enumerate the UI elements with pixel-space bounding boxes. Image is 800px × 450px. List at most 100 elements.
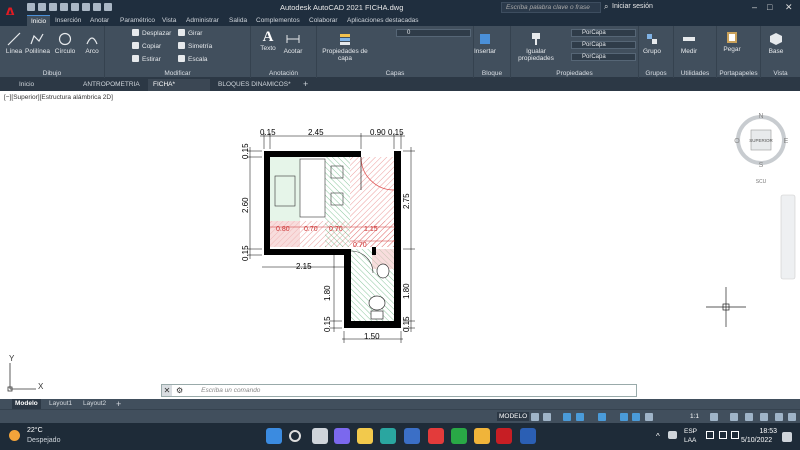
tab-inicio[interactable]: Inicio [27, 15, 51, 26]
compass-n[interactable]: N [758, 113, 763, 120]
print-icon[interactable] [82, 3, 90, 11]
app-red-icon[interactable] [428, 428, 444, 444]
panel-title-modificar[interactable]: Modificar [105, 70, 250, 77]
customize-icon[interactable] [788, 413, 796, 421]
navigation-bar[interactable] [780, 194, 796, 280]
redo-icon[interactable] [104, 3, 112, 11]
taskbar-search-icon[interactable] [289, 430, 301, 442]
tab-layout2[interactable]: Layout2 [80, 399, 109, 409]
viewcube[interactable]: SUPERIOR N S E O SCU [734, 113, 788, 185]
signin-link[interactable]: Iniciar sesión [612, 3, 653, 10]
snap-icon[interactable] [543, 413, 551, 421]
model-space-button[interactable]: MODELO [497, 412, 530, 421]
drawing-canvas[interactable]: [−][Superior][Estructura alámbrica 2D] 0… [0, 91, 800, 399]
add-icon[interactable] [730, 413, 738, 421]
search-input[interactable]: Escriba palabra clave o frase [501, 2, 601, 13]
add-layout-icon[interactable]: + [113, 399, 124, 409]
close-icon[interactable]: ✕ [785, 2, 793, 13]
text-tool[interactable]: A Texto [257, 29, 279, 52]
otrack-icon[interactable] [620, 413, 628, 421]
lineweight-dropdown[interactable]: PorCapa [571, 53, 636, 61]
tab-vista[interactable]: Vista [158, 15, 180, 26]
explorer-icon[interactable] [357, 428, 373, 444]
web-icon[interactable] [71, 3, 79, 11]
close-icon[interactable]: ✕ [162, 385, 172, 396]
move-tool[interactable]: Desplazar [132, 29, 171, 37]
tray-chevron-icon[interactable]: ^ [656, 432, 660, 441]
task-view-icon[interactable] [312, 428, 328, 444]
save-as-icon[interactable] [60, 3, 68, 11]
minimize-icon[interactable]: – [752, 2, 757, 12]
ortho-icon[interactable] [563, 413, 571, 421]
polyline-tool[interactable]: Polilínea [25, 32, 50, 55]
panel-title-anotacion[interactable]: Anotación [251, 70, 316, 77]
battery-icon[interactable] [731, 431, 739, 439]
keyboard-layout[interactable]: LAA [684, 437, 696, 444]
weather-icon[interactable] [9, 430, 20, 441]
lineweight-icon[interactable] [632, 413, 640, 421]
base-tool[interactable]: Base [765, 32, 787, 55]
tab-salida[interactable]: Salida [225, 15, 251, 26]
volume-icon[interactable] [719, 431, 727, 439]
transparency-icon[interactable] [645, 413, 653, 421]
date[interactable]: 5/10/2022 [741, 437, 772, 444]
tab-aplicaciones[interactable]: Aplicaciones destacadas [343, 15, 423, 26]
polar-icon[interactable] [576, 413, 584, 421]
command-input[interactable]: Escriba un comando [201, 387, 260, 394]
panel-title-portapapeles[interactable]: Portapapeles [717, 70, 760, 77]
panel-title-propiedades[interactable]: Propiedades [511, 70, 638, 77]
isolate-icon[interactable] [745, 413, 753, 421]
panel-title-dibujo[interactable]: Dibujo [0, 70, 104, 77]
panel-title-utilidades[interactable]: Utilidades [674, 70, 716, 77]
new-icon[interactable] [27, 3, 35, 11]
layer-properties-button[interactable]: Propiedades de capa [321, 32, 369, 62]
start-icon[interactable] [266, 428, 282, 444]
panel-title-vista[interactable]: Vista [761, 70, 800, 77]
clock[interactable]: 18:53 [749, 428, 777, 435]
scale-tool[interactable]: Escala [178, 55, 208, 63]
paste-tool[interactable]: Pegar [721, 30, 743, 53]
arc-tool[interactable]: Arco [82, 32, 102, 55]
tab-administrar[interactable]: Administrar [182, 15, 223, 26]
save-icon[interactable] [49, 3, 57, 11]
maximize-icon[interactable]: □ [767, 2, 772, 12]
tab-parametrico[interactable]: Paramétrico [116, 15, 159, 26]
circle-tool[interactable]: Círculo [53, 32, 77, 55]
search-icon[interactable]: ⌕ [604, 2, 608, 12]
panel-title-bloque[interactable]: Bloque [474, 70, 510, 77]
layer-dropdown[interactable]: 0 [396, 29, 471, 37]
match-properties-button[interactable]: Igualar propiedades [515, 32, 557, 62]
tab-model[interactable]: Modelo [12, 399, 41, 409]
autocad-taskbar-icon[interactable] [496, 428, 512, 444]
line-tool[interactable]: Línea [4, 32, 24, 55]
annotation-scale[interactable]: 1:1 [690, 413, 699, 420]
settings-icon[interactable] [710, 413, 718, 421]
tab-complementos[interactable]: Complementos [252, 15, 304, 26]
cloud-icon[interactable] [668, 431, 677, 439]
color-dropdown[interactable]: PorCapa [571, 29, 636, 37]
word-icon[interactable] [520, 428, 536, 444]
new-tab-icon[interactable]: + [303, 79, 308, 89]
wifi-icon[interactable] [706, 431, 714, 439]
hardware-icon[interactable] [760, 413, 768, 421]
wcs-menu[interactable]: SCU [756, 179, 767, 185]
compass-e[interactable]: E [784, 138, 789, 145]
doc-tab-antropometria[interactable]: ANTROPOMETRIA [78, 79, 145, 91]
tab-insercion[interactable]: Inserción [51, 15, 85, 26]
wrench-icon[interactable]: ⚙ [176, 386, 183, 395]
copy-tool[interactable]: Copiar [132, 42, 161, 50]
mirror-tool[interactable]: Simetría [178, 42, 212, 50]
tab-anotar[interactable]: Anotar [86, 15, 113, 26]
doc-tab-ficha[interactable]: FICHA* [148, 79, 210, 91]
language-indicator[interactable]: ESP [684, 428, 697, 435]
edge-icon[interactable] [380, 428, 396, 444]
osnap-icon[interactable] [598, 413, 606, 421]
linetype-dropdown[interactable]: PorCapa [571, 41, 636, 49]
dimension-tool[interactable]: Acotar [281, 32, 305, 55]
panel-title-grupos[interactable]: Grupos [639, 70, 673, 77]
doc-tab-bloques[interactable]: BLOQUES DINAMICOS* [213, 79, 296, 91]
stretch-tool[interactable]: Estirar [132, 55, 161, 63]
rotate-tool[interactable]: Girar [178, 29, 202, 37]
grid-icon[interactable] [531, 413, 539, 421]
insert-tool[interactable]: Insertar [474, 32, 496, 55]
